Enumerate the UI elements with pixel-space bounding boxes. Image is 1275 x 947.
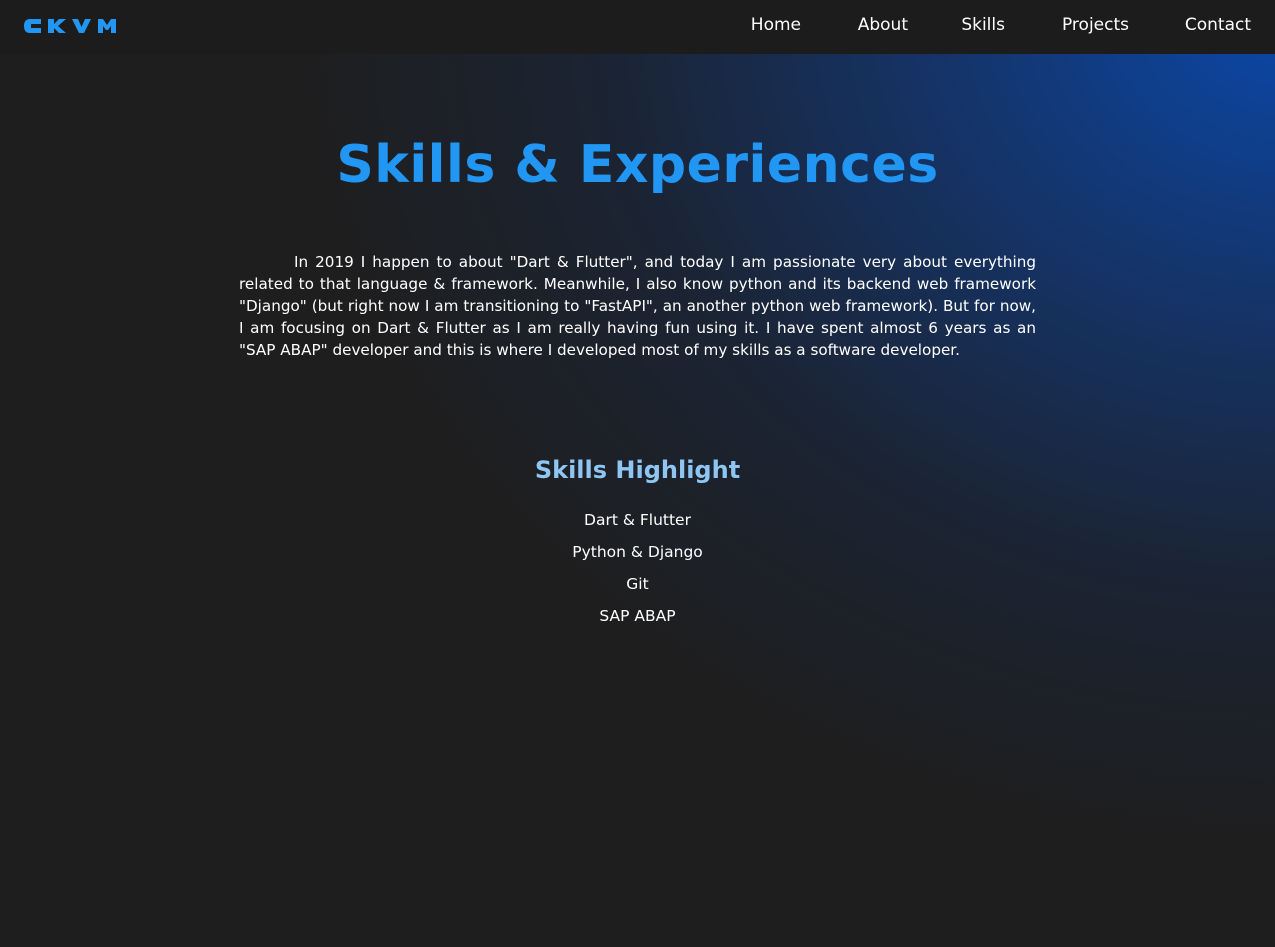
nav-link-about[interactable]: About: [858, 15, 908, 35]
page-title: Skills & Experiences: [336, 135, 939, 195]
nav-link-skills[interactable]: Skills: [961, 15, 1005, 35]
skill-item-git: Git: [626, 575, 649, 593]
navbar: Home About Skills Projects Contact: [0, 0, 1275, 54]
skill-item-sap-abap: SAP ABAP: [599, 607, 676, 625]
skill-item-python-django: Python & Django: [572, 543, 703, 561]
ckvm-logo[interactable]: [23, 16, 119, 36]
intro-paragraph: In 2019 I happen to about "Dart & Flutte…: [239, 253, 1036, 359]
nav-link-projects[interactable]: Projects: [1062, 15, 1129, 35]
skills-list: Dart & Flutter Python & Django Git SAP A…: [0, 510, 1275, 638]
nav-link-home[interactable]: Home: [751, 15, 801, 35]
skill-item-dart-flutter: Dart & Flutter: [584, 511, 691, 529]
skills-highlight-heading: Skills Highlight: [534, 456, 741, 484]
nav-link-contact[interactable]: Contact: [1185, 15, 1251, 35]
